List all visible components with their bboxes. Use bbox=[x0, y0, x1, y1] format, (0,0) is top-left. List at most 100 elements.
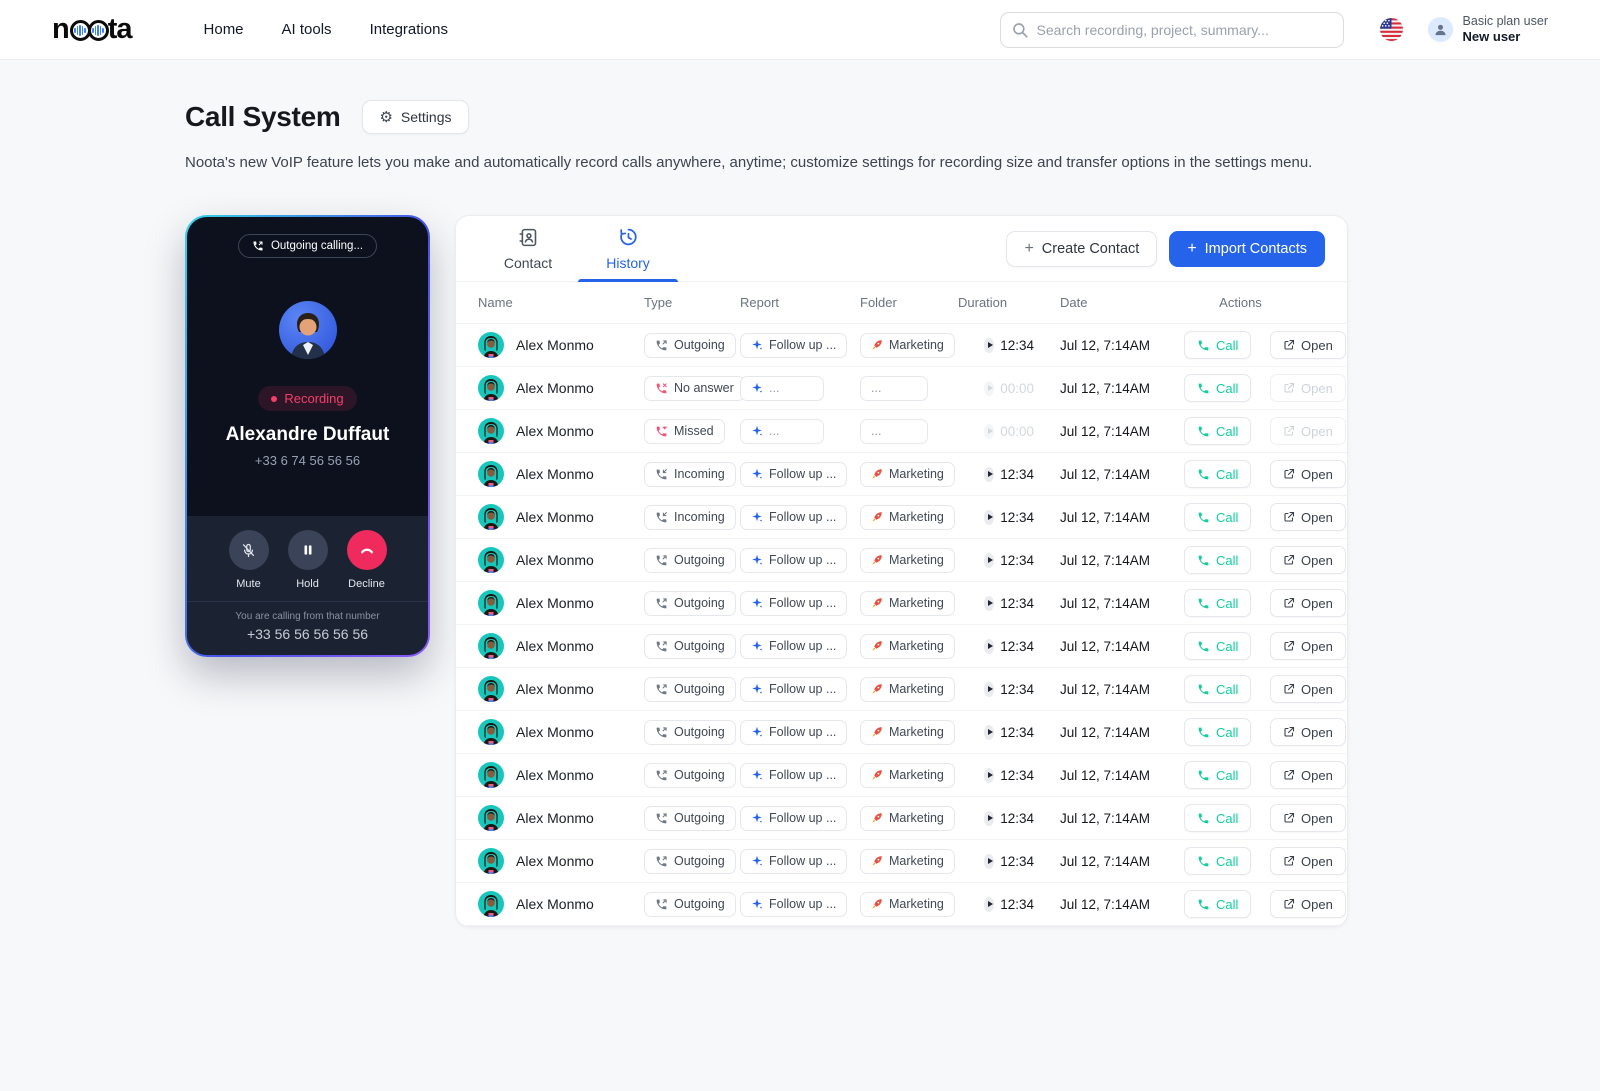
duration-cell[interactable]: 12:34 bbox=[958, 638, 1034, 654]
report-badge[interactable]: Follow up ... bbox=[740, 805, 848, 831]
top-bar: n ta Home AI tools Integrations Search r… bbox=[0, 0, 1600, 60]
tab-contact[interactable]: Contact bbox=[478, 216, 578, 281]
hold-button[interactable]: Hold bbox=[287, 530, 328, 590]
report-badge[interactable]: ... bbox=[740, 375, 824, 401]
report-badge[interactable]: Follow up ... bbox=[740, 719, 848, 745]
open-button[interactable]: Open bbox=[1270, 675, 1346, 703]
nav-item-home[interactable]: Home bbox=[204, 21, 244, 38]
call-button[interactable]: Call bbox=[1184, 589, 1252, 617]
open-button[interactable]: Open bbox=[1270, 331, 1346, 359]
open-button[interactable]: Open bbox=[1270, 761, 1346, 789]
tab-history[interactable]: History bbox=[578, 216, 678, 282]
call-button[interactable]: Call bbox=[1184, 675, 1252, 703]
settings-button[interactable]: ⚙ Settings bbox=[362, 100, 469, 134]
duration-cell[interactable]: 12:34 bbox=[958, 724, 1034, 740]
folder-badge[interactable]: Marketing bbox=[860, 848, 955, 874]
call-button[interactable]: Call bbox=[1184, 847, 1252, 875]
folder-badge[interactable]: ... bbox=[860, 418, 928, 444]
call-button[interactable]: Call bbox=[1184, 890, 1252, 918]
call-button[interactable]: Call bbox=[1184, 761, 1252, 789]
folder-badge[interactable]: Marketing bbox=[860, 504, 955, 530]
folder-badge[interactable]: Marketing bbox=[860, 547, 955, 573]
report-badge[interactable]: Follow up ... bbox=[740, 633, 848, 659]
duration-cell[interactable]: 12:34 bbox=[958, 896, 1034, 912]
call-button[interactable]: Call bbox=[1184, 331, 1252, 359]
call-type-badge: Missed bbox=[644, 418, 725, 444]
call-icon bbox=[1198, 641, 1209, 651]
open-button[interactable]: Open bbox=[1270, 847, 1346, 875]
report-badge[interactable]: Follow up ... bbox=[740, 676, 848, 702]
external-link-icon bbox=[1284, 683, 1295, 694]
call-button[interactable]: Call bbox=[1184, 546, 1252, 574]
open-button[interactable]: Open bbox=[1270, 632, 1346, 660]
table-row: Alex Monmo Outgoing Follow up ... Market… bbox=[456, 711, 1347, 754]
play-icon bbox=[984, 509, 995, 525]
report-badge[interactable]: Follow up ... bbox=[740, 504, 848, 530]
open-button[interactable]: Open bbox=[1270, 890, 1346, 918]
folder-badge[interactable]: Marketing bbox=[860, 633, 955, 659]
folder-badge[interactable]: Marketing bbox=[860, 762, 955, 788]
duration-cell[interactable]: 12:34 bbox=[958, 552, 1034, 568]
folder-badge[interactable]: Marketing bbox=[860, 461, 955, 487]
folder-badge[interactable]: Marketing bbox=[860, 332, 955, 358]
report-badge[interactable]: Follow up ... bbox=[740, 848, 848, 874]
open-button[interactable]: Open bbox=[1270, 718, 1346, 746]
decline-button[interactable]: Decline bbox=[346, 530, 387, 590]
contact-avatar bbox=[478, 504, 504, 530]
call-button[interactable]: Call bbox=[1184, 632, 1252, 660]
us-flag-icon[interactable] bbox=[1379, 17, 1404, 42]
folder-badge[interactable]: Marketing bbox=[860, 590, 955, 616]
create-contact-button[interactable]: + Create Contact bbox=[1006, 230, 1158, 267]
open-button[interactable]: Open bbox=[1270, 589, 1346, 617]
folder-badge[interactable]: ... bbox=[860, 375, 928, 401]
duration-cell[interactable]: 12:34 bbox=[958, 337, 1034, 353]
mute-button[interactable]: Mute bbox=[228, 530, 269, 590]
folder-badge[interactable]: Marketing bbox=[860, 805, 955, 831]
report-badge[interactable]: Follow up ... bbox=[740, 891, 848, 917]
user-plan-label: Basic plan user bbox=[1462, 13, 1548, 28]
duration-cell[interactable]: 12:34 bbox=[958, 853, 1034, 869]
duration-cell[interactable]: 12:34 bbox=[958, 466, 1034, 482]
call-button[interactable]: Call bbox=[1184, 503, 1252, 531]
duration-cell[interactable]: 12:34 bbox=[958, 509, 1034, 525]
table-row: Alex Monmo Outgoing Follow up ... Market… bbox=[456, 324, 1347, 367]
report-badge[interactable]: Follow up ... bbox=[740, 590, 848, 616]
duration-cell[interactable]: 12:34 bbox=[958, 767, 1034, 783]
call-button[interactable]: Call bbox=[1184, 374, 1252, 402]
folder-badge[interactable]: Marketing bbox=[860, 891, 955, 917]
folder-badge[interactable]: Marketing bbox=[860, 719, 955, 745]
contact-avatar bbox=[478, 848, 504, 874]
folder-badge[interactable]: Marketing bbox=[860, 676, 955, 702]
nav-item-integrations[interactable]: Integrations bbox=[370, 21, 448, 38]
contact-avatar bbox=[478, 762, 504, 788]
call-button[interactable]: Call bbox=[1184, 718, 1252, 746]
noota-logo[interactable]: n ta bbox=[52, 13, 133, 46]
call-type-badge: Outgoing bbox=[644, 547, 736, 573]
ai-sparkle-icon bbox=[752, 468, 762, 479]
open-button[interactable]: Open bbox=[1270, 503, 1346, 531]
call-button[interactable]: Call bbox=[1184, 804, 1252, 832]
open-button[interactable]: Open bbox=[1270, 546, 1346, 574]
duration-cell[interactable]: 12:34 bbox=[958, 810, 1034, 826]
user-menu[interactable]: Basic plan user New user bbox=[1427, 13, 1548, 46]
report-badge[interactable]: Follow up ... bbox=[740, 461, 848, 487]
external-link-icon bbox=[1284, 382, 1295, 393]
report-badge[interactable]: Follow up ... bbox=[740, 332, 848, 358]
calling-from-info: You are calling from that number +33 56 … bbox=[187, 601, 428, 655]
report-badge[interactable]: Follow up ... bbox=[740, 547, 848, 573]
search-input[interactable] bbox=[999, 11, 1344, 48]
duration-cell[interactable]: 12:34 bbox=[958, 595, 1034, 611]
report-badge[interactable]: ... bbox=[740, 418, 824, 444]
duration-cell[interactable]: 00:00 bbox=[958, 423, 1034, 439]
column-header-report: Report bbox=[740, 295, 780, 310]
open-button[interactable]: Open bbox=[1270, 460, 1346, 488]
import-contacts-button[interactable]: + Import Contacts bbox=[1169, 230, 1325, 267]
call-button[interactable]: Call bbox=[1184, 417, 1252, 445]
report-badge[interactable]: Follow up ... bbox=[740, 762, 848, 788]
call-button[interactable]: Call bbox=[1184, 460, 1252, 488]
date-cell: Jul 12, 7:14AM bbox=[1060, 423, 1151, 439]
duration-cell[interactable]: 12:34 bbox=[958, 681, 1034, 697]
nav-item-ai-tools[interactable]: AI tools bbox=[282, 21, 332, 38]
duration-cell[interactable]: 00:00 bbox=[958, 380, 1034, 396]
open-button[interactable]: Open bbox=[1270, 804, 1346, 832]
